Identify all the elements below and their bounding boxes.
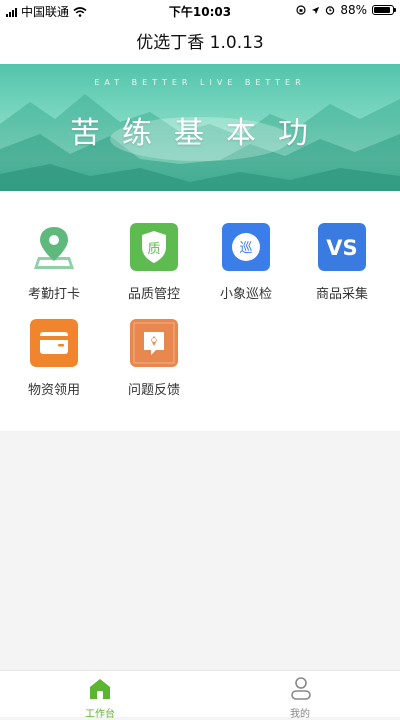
vs-glyph: VS bbox=[326, 236, 357, 260]
grid-item-quality[interactable]: 质 品质管控 bbox=[104, 191, 204, 302]
alarm-icon bbox=[326, 6, 335, 15]
status-bar: 中国联通 下午10:03 88% bbox=[0, 0, 400, 22]
battery-icon bbox=[372, 5, 396, 15]
patrol-icon: 巡 bbox=[222, 223, 270, 271]
vs-icon: VS bbox=[318, 223, 366, 271]
rotation-lock-icon bbox=[296, 5, 306, 15]
grid-label: 物资领用 bbox=[27, 383, 80, 398]
home-icon bbox=[90, 679, 110, 699]
grid-label: 小象巡检 bbox=[219, 287, 272, 302]
quality-shield-icon: 质 bbox=[130, 223, 178, 271]
banner-title: 苦练基本功 bbox=[70, 116, 330, 151]
grid-item-attendance[interactable]: 考勤打卡 bbox=[4, 191, 104, 302]
wallet-icon bbox=[30, 319, 78, 367]
tab-workbench[interactable]: 工作台 bbox=[0, 671, 200, 720]
battery-percent: 88% bbox=[340, 3, 367, 17]
tab-bar: 工作台 我的 bbox=[0, 670, 400, 720]
map-pin-icon bbox=[34, 227, 74, 269]
feature-grid: 考勤打卡 质 品质管控 巡 小象巡检 VS 商品采集 物资领用 问题反馈 bbox=[0, 191, 400, 431]
status-right: 88% bbox=[296, 3, 396, 17]
grid-item-supplies[interactable]: 物资领用 bbox=[4, 287, 104, 398]
tab-label: 我的 bbox=[290, 709, 310, 720]
quality-glyph: 质 bbox=[147, 242, 160, 257]
nav-bar: 优选丁香 1.0.13 bbox=[0, 22, 400, 64]
profile-icon bbox=[291, 677, 311, 700]
patrol-glyph: 巡 bbox=[239, 241, 252, 256]
grid-item-patrol[interactable]: 巡 小象巡检 bbox=[196, 191, 296, 302]
tab-label: 工作台 bbox=[85, 709, 115, 720]
page-title: 优选丁香 1.0.13 bbox=[136, 33, 264, 53]
feedback-icon bbox=[130, 319, 178, 367]
tab-mine[interactable]: 我的 bbox=[200, 671, 400, 720]
banner-subtitle: EAT BETTER LIVE BETTER bbox=[94, 78, 306, 87]
grid-label: 商品采集 bbox=[315, 287, 368, 302]
location-icon bbox=[312, 6, 320, 14]
grid-item-feedback[interactable]: 问题反馈 bbox=[104, 287, 204, 398]
grid-item-product-collect[interactable]: VS 商品采集 bbox=[292, 191, 392, 302]
banner: EAT BETTER LIVE BETTER 苦练基本功 bbox=[0, 64, 400, 191]
grid-label: 问题反馈 bbox=[127, 383, 180, 398]
